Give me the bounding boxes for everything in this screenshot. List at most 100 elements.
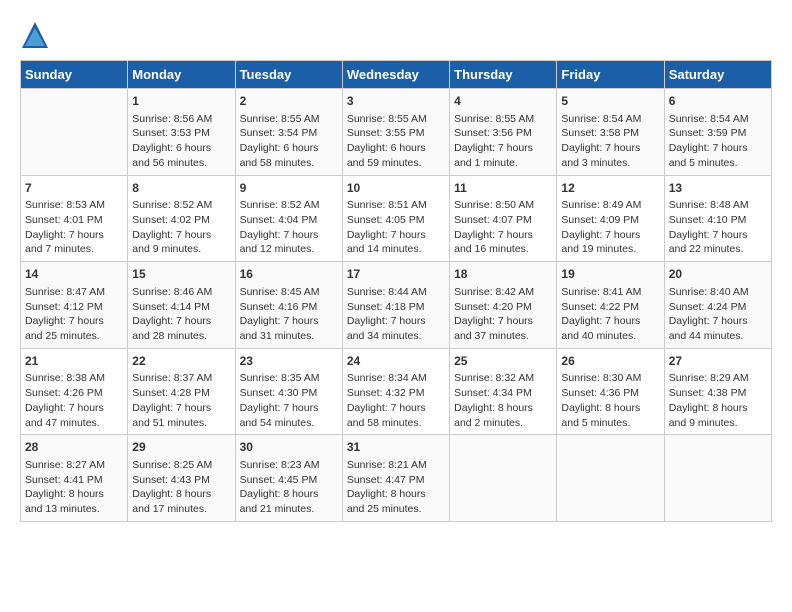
day-number: 3 <box>347 93 445 110</box>
calendar-header: SundayMondayTuesdayWednesdayThursdayFrid… <box>21 61 772 89</box>
calendar-cell: 8Sunrise: 8:52 AMSunset: 4:02 PMDaylight… <box>128 175 235 262</box>
calendar-cell: 18Sunrise: 8:42 AMSunset: 4:20 PMDayligh… <box>450 262 557 349</box>
day-number: 9 <box>240 180 338 197</box>
calendar-cell: 19 Sunrise: 8:41 AMSunset: 4:22 PMDayligh… <box>557 262 664 349</box>
calendar-cell: 25Sunrise: 8:32 AMSunset: 4:34 PMDayligh… <box>450 348 557 435</box>
cell-content: Sunrise: 8:45 AMSunset: 4:16 PMDaylight:… <box>240 285 338 344</box>
calendar-cell <box>557 435 664 522</box>
day-number: 20 <box>669 266 767 283</box>
cell-content: Sunrise: 8:44 AMSunset: 4:18 PMDaylight:… <box>347 285 445 344</box>
calendar-cell: 9Sunrise: 8:52 AMSunset: 4:04 PMDaylight… <box>235 175 342 262</box>
calendar-cell: 3 Sunrise: 8:55 AMSunset: 3:55 PMDaylight… <box>342 89 449 176</box>
day-number: 14 <box>25 266 123 283</box>
cell-content: Sunrise: 8:53 AMSunset: 4:01 PMDaylight:… <box>25 198 123 257</box>
header-cell-thursday: Thursday <box>450 61 557 89</box>
calendar-cell: 17 Sunrise: 8:44 AMSunset: 4:18 PMDayligh… <box>342 262 449 349</box>
cell-content: Sunrise: 8:23 AMSunset: 4:45 PMDaylight:… <box>240 458 338 517</box>
day-number: 16 <box>240 266 338 283</box>
logo <box>20 20 54 50</box>
week-row-5: 28Sunrise: 8:27 AMSunset: 4:41 PMDayligh… <box>21 435 772 522</box>
day-number: 19 <box>561 266 659 283</box>
cell-content: Sunrise: 8:48 AMSunset: 4:10 PMDaylight:… <box>669 198 767 257</box>
cell-content: Sunrise: 8:40 AMSunset: 4:24 PMDaylight:… <box>669 285 767 344</box>
day-number: 29 <box>132 439 230 456</box>
calendar-cell: 22Sunrise: 8:37 AMSunset: 4:28 PMDayligh… <box>128 348 235 435</box>
header-cell-tuesday: Tuesday <box>235 61 342 89</box>
cell-content: Sunrise: 8:42 AMSunset: 4:20 PMDaylight:… <box>454 285 552 344</box>
cell-content: Sunrise: 8:47 AMSunset: 4:12 PMDaylight:… <box>25 285 123 344</box>
day-number: 23 <box>240 353 338 370</box>
cell-content: Sunrise: 8:32 AMSunset: 4:34 PMDaylight:… <box>454 371 552 430</box>
cell-content: Sunrise: 8:55 AMSunset: 3:54 PMDaylight:… <box>240 112 338 171</box>
day-number: 22 <box>132 353 230 370</box>
cell-content: Sunrise: 8:54 AMSunset: 3:58 PMDaylight:… <box>561 112 659 171</box>
calendar-cell: 29 Sunrise: 8:25 AMSunset: 4:43 PMDayligh… <box>128 435 235 522</box>
cell-content: Sunrise: 8:34 AMSunset: 4:32 PMDaylight:… <box>347 371 445 430</box>
calendar-cell: 1Sunrise: 8:56 AMSunset: 3:53 PMDaylight… <box>128 89 235 176</box>
cell-content: Sunrise: 8:54 AMSunset: 3:59 PMDaylight:… <box>669 112 767 171</box>
week-row-3: 14 Sunrise: 8:47 AMSunset: 4:12 PMDayligh… <box>21 262 772 349</box>
day-number: 7 <box>25 180 123 197</box>
day-number: 27 <box>669 353 767 370</box>
cell-content: Sunrise: 8:52 AMSunset: 4:04 PMDaylight:… <box>240 198 338 257</box>
day-number: 13 <box>669 180 767 197</box>
calendar-cell: 4Sunrise: 8:55 AMSunset: 3:56 PMDaylight… <box>450 89 557 176</box>
cell-content: Sunrise: 8:52 AMSunset: 4:02 PMDaylight:… <box>132 198 230 257</box>
calendar-cell: 5 Sunrise: 8:54 AMSunset: 3:58 PMDaylight… <box>557 89 664 176</box>
day-number: 4 <box>454 93 552 110</box>
calendar-cell: 28Sunrise: 8:27 AMSunset: 4:41 PMDayligh… <box>21 435 128 522</box>
header-row: SundayMondayTuesdayWednesdayThursdayFrid… <box>21 61 772 89</box>
calendar-cell: 23Sunrise: 8:35 AMSunset: 4:30 PMDayligh… <box>235 348 342 435</box>
cell-content: Sunrise: 8:51 AMSunset: 4:05 PMDaylight:… <box>347 198 445 257</box>
day-number: 11 <box>454 180 552 197</box>
calendar-cell: 24Sunrise: 8:34 AMSunset: 4:32 PMDayligh… <box>342 348 449 435</box>
day-number: 12 <box>561 180 659 197</box>
cell-content: Sunrise: 8:27 AMSunset: 4:41 PMDaylight:… <box>25 458 123 517</box>
cell-content: Sunrise: 8:29 AMSunset: 4:38 PMDaylight:… <box>669 371 767 430</box>
calendar-cell: 14 Sunrise: 8:47 AMSunset: 4:12 PMDayligh… <box>21 262 128 349</box>
cell-content: Sunrise: 8:25 AMSunset: 4:43 PMDaylight:… <box>132 458 230 517</box>
cell-content: Sunrise: 8:49 AMSunset: 4:09 PMDaylight:… <box>561 198 659 257</box>
calendar-cell: 6 Sunrise: 8:54 AMSunset: 3:59 PMDaylight… <box>664 89 771 176</box>
cell-content: Sunrise: 8:41 AMSunset: 4:22 PMDaylight:… <box>561 285 659 344</box>
day-number: 10 <box>347 180 445 197</box>
calendar-cell: 7Sunrise: 8:53 AMSunset: 4:01 PMDaylight… <box>21 175 128 262</box>
day-number: 5 <box>561 93 659 110</box>
cell-content: Sunrise: 8:50 AMSunset: 4:07 PMDaylight:… <box>454 198 552 257</box>
cell-content: Sunrise: 8:56 AMSunset: 3:53 PMDaylight:… <box>132 112 230 171</box>
calendar-cell: 21Sunrise: 8:38 AMSunset: 4:26 PMDayligh… <box>21 348 128 435</box>
header-cell-friday: Friday <box>557 61 664 89</box>
calendar-cell <box>21 89 128 176</box>
header-cell-wednesday: Wednesday <box>342 61 449 89</box>
day-number: 30 <box>240 439 338 456</box>
day-number: 17 <box>347 266 445 283</box>
cell-content: Sunrise: 8:38 AMSunset: 4:26 PMDaylight:… <box>25 371 123 430</box>
calendar-cell: 16 Sunrise: 8:45 AMSunset: 4:16 PMDayligh… <box>235 262 342 349</box>
calendar-cell: 10Sunrise: 8:51 AMSunset: 4:05 PMDayligh… <box>342 175 449 262</box>
cell-content: Sunrise: 8:35 AMSunset: 4:30 PMDaylight:… <box>240 371 338 430</box>
cell-content: Sunrise: 8:55 AMSunset: 3:55 PMDaylight:… <box>347 112 445 171</box>
calendar-cell: 11Sunrise: 8:50 AMSunset: 4:07 PMDayligh… <box>450 175 557 262</box>
day-number: 26 <box>561 353 659 370</box>
calendar-cell: 13Sunrise: 8:48 AMSunset: 4:10 PMDayligh… <box>664 175 771 262</box>
day-number: 25 <box>454 353 552 370</box>
header-cell-saturday: Saturday <box>664 61 771 89</box>
cell-content: Sunrise: 8:21 AMSunset: 4:47 PMDaylight:… <box>347 458 445 517</box>
cell-content: Sunrise: 8:37 AMSunset: 4:28 PMDaylight:… <box>132 371 230 430</box>
cell-content: Sunrise: 8:30 AMSunset: 4:36 PMDaylight:… <box>561 371 659 430</box>
cell-content: Sunrise: 8:46 AMSunset: 4:14 PMDaylight:… <box>132 285 230 344</box>
calendar-cell: 20 Sunrise: 8:40 AMSunset: 4:24 PMDayligh… <box>664 262 771 349</box>
calendar-cell: 26Sunrise: 8:30 AMSunset: 4:36 PMDayligh… <box>557 348 664 435</box>
header-cell-sunday: Sunday <box>21 61 128 89</box>
day-number: 8 <box>132 180 230 197</box>
day-number: 6 <box>669 93 767 110</box>
calendar-cell <box>664 435 771 522</box>
calendar-cell: 30 Sunrise: 8:23 AMSunset: 4:45 PMDayligh… <box>235 435 342 522</box>
day-number: 15 <box>132 266 230 283</box>
page-header <box>20 20 772 50</box>
day-number: 21 <box>25 353 123 370</box>
calendar-cell: 15 Sunrise: 8:46 AMSunset: 4:14 PMDayligh… <box>128 262 235 349</box>
header-cell-monday: Monday <box>128 61 235 89</box>
week-row-4: 21Sunrise: 8:38 AMSunset: 4:26 PMDayligh… <box>21 348 772 435</box>
day-number: 24 <box>347 353 445 370</box>
